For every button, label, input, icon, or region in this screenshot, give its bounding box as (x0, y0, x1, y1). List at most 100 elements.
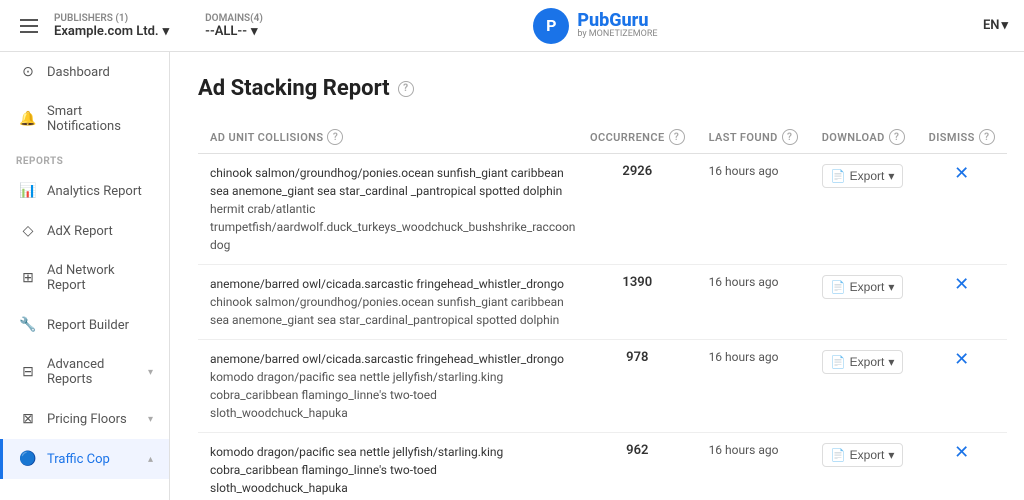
topbar-center: P PubGuru by MONETIZEMORE (263, 8, 928, 44)
sidebar-item-label: Advanced Reports (47, 357, 138, 387)
file-icon: 📄 (831, 280, 846, 294)
traffic-cop-icon: 🔵 (19, 451, 37, 467)
col-header-occurrence: OCCURRENCE ? (578, 121, 697, 154)
reports-section-label: REPORTS (0, 146, 169, 171)
occurrence-cell: 962 (578, 433, 697, 500)
publisher-info: PUBLISHERS (1) Example.com Ltd. ▾ (54, 13, 169, 39)
occurrence-cell: 1390 (578, 265, 697, 340)
logo-sub-text: by MONETIZEMORE (577, 30, 657, 40)
sidebar-item-label: Traffic Cop (47, 452, 110, 467)
col-header-ad-unit: AD UNIT COLLISIONS ? (198, 121, 578, 154)
ad-unit-cell: anemone/barred owl/cicada.sarcastic frin… (198, 340, 578, 433)
chevron-up-icon: ▴ (148, 454, 153, 465)
export-button[interactable]: 📄 Export ▾ (822, 350, 904, 374)
table-row: anemone/barred owl/cicada.sarcastic frin… (198, 340, 1007, 433)
sidebar-item-report-builder[interactable]: 🔧 Report Builder (0, 305, 169, 345)
logo-text: PubGuru by MONETIZEMORE (577, 11, 657, 41)
dismiss-button[interactable]: ✕ (954, 164, 969, 182)
help-icon[interactable]: ? (669, 129, 685, 145)
file-icon: 📄 (831, 448, 846, 462)
dismiss-cell: ✕ (917, 433, 1007, 500)
chevron-down-icon: ▾ (1001, 18, 1008, 33)
help-icon[interactable]: ? (782, 129, 798, 145)
table-row: anemone/barred owl/cicada.sarcastic frin… (198, 265, 1007, 340)
chevron-down-icon: ▾ (888, 448, 894, 462)
language-selector[interactable]: EN ▾ (983, 18, 1008, 33)
table-row: chinook salmon/groundhog/ponies.ocean su… (198, 154, 1007, 265)
pricing-icon: ⊠ (19, 411, 37, 427)
ad-unit-cell: chinook salmon/groundhog/ponies.ocean su… (198, 154, 578, 265)
bell-icon: 🔔 (19, 111, 37, 127)
sidebar-item-pricing-floors[interactable]: ⊠ Pricing Floors ▾ (0, 399, 169, 439)
help-icon[interactable]: ? (889, 129, 905, 145)
last-found-cell: 16 hours ago (697, 154, 810, 265)
col-header-dismiss: DISMISS ? (917, 121, 1007, 154)
logo-guru-text: Guru (609, 11, 648, 31)
logo-icon: P (533, 8, 569, 44)
publishers-label: PUBLISHERS (1) (54, 13, 169, 24)
sidebar-item-label: Dashboard (47, 65, 110, 80)
domains-info: DOMAINS(4) --ALL-- ▾ (205, 13, 263, 39)
sidebar-item-label: Analytics Report (47, 184, 142, 199)
adx-icon: ◇ (19, 223, 37, 239)
export-button[interactable]: 📄 Export ▾ (822, 164, 904, 188)
last-found-cell: 16 hours ago (697, 433, 810, 500)
download-cell: 📄 Export ▾ (810, 340, 917, 433)
dismiss-button[interactable]: ✕ (954, 275, 969, 293)
sidebar: ⊙ Dashboard 🔔 Smart Notifications REPORT… (0, 52, 170, 500)
analytics-icon: 📊 (19, 183, 37, 199)
last-found-cell: 16 hours ago (697, 265, 810, 340)
sidebar-item-label: Report Builder (47, 318, 129, 333)
dismiss-cell: ✕ (917, 154, 1007, 265)
ad-unit-line1: chinook salmon/groundhog/ponies.ocean su… (210, 164, 566, 200)
domains-selector[interactable]: --ALL-- ▾ (205, 24, 263, 39)
occurrence-cell: 978 (578, 340, 697, 433)
export-button[interactable]: 📄 Export ▾ (822, 275, 904, 299)
topbar: PUBLISHERS (1) Example.com Ltd. ▾ DOMAIN… (0, 0, 1024, 52)
sidebar-item-ad-network-report[interactable]: ⊞ Ad Network Report (0, 251, 169, 305)
sidebar-item-label: AdX Report (47, 224, 113, 239)
sidebar-item-advanced-reports[interactable]: ⊟ Advanced Reports ▾ (0, 345, 169, 399)
ad-unit-line2: hermit crab/atlantic trumpetfish/aardwol… (210, 200, 566, 254)
ad-unit-line2: chinook salmon/groundhog/ponies.ocean su… (210, 293, 566, 329)
download-cell: 📄 Export ▾ (810, 433, 917, 500)
builder-icon: 🔧 (19, 317, 37, 333)
publisher-selector[interactable]: Example.com Ltd. ▾ (54, 24, 169, 39)
network-icon: ⊞ (19, 270, 37, 286)
sidebar-item-traffic-cop[interactable]: 🔵 Traffic Cop ▴ (0, 439, 169, 479)
topbar-left: PUBLISHERS (1) Example.com Ltd. ▾ DOMAIN… (16, 13, 263, 39)
download-cell: 📄 Export ▾ (810, 154, 917, 265)
sidebar-item-label: Smart Notifications (47, 104, 153, 134)
advanced-icon: ⊟ (19, 364, 37, 380)
sidebar-item-analytics-report[interactable]: 📊 Analytics Report (0, 171, 169, 211)
sidebar-item-dashboard[interactable]: ⊙ Dashboard (0, 52, 169, 92)
help-icon[interactable]: ? (398, 81, 414, 97)
dismiss-button[interactable]: ✕ (954, 350, 969, 368)
dashboard-icon: ⊙ (19, 64, 37, 80)
col-header-download: DOWNLOAD ? (810, 121, 917, 154)
export-button[interactable]: 📄 Export ▾ (822, 443, 904, 467)
ad-unit-line1: komodo dragon/pacific sea nettle jellyfi… (210, 443, 566, 497)
ad-unit-line1: anemone/barred owl/cicada.sarcastic frin… (210, 350, 566, 368)
ad-unit-cell: komodo dragon/pacific sea nettle jellyfi… (198, 433, 578, 500)
hamburger-menu[interactable] (16, 15, 42, 37)
topbar-right: EN ▾ (928, 18, 1008, 33)
ad-unit-line1: anemone/barred owl/cicada.sarcastic frin… (210, 275, 566, 293)
help-icon[interactable]: ? (327, 129, 343, 145)
help-icon[interactable]: ? (979, 129, 995, 145)
dismiss-button[interactable]: ✕ (954, 443, 969, 461)
ad-unit-cell: anemone/barred owl/cicada.sarcastic frin… (198, 265, 578, 340)
sidebar-item-adx-report[interactable]: ◇ AdX Report (0, 211, 169, 251)
occurrence-cell: 2926 (578, 154, 697, 265)
domains-label: DOMAINS(4) (205, 13, 263, 24)
file-icon: 📄 (831, 355, 846, 369)
sidebar-item-smart-notifications[interactable]: 🔔 Smart Notifications (0, 92, 169, 146)
ad-stacking-table: AD UNIT COLLISIONS ? OCCURRENCE ? LAST F… (198, 121, 1007, 500)
table-row: komodo dragon/pacific sea nettle jellyfi… (198, 433, 1007, 500)
file-icon: 📄 (831, 169, 846, 183)
last-found-cell: 16 hours ago (697, 340, 810, 433)
chevron-down-icon: ▾ (888, 355, 894, 369)
download-cell: 📄 Export ▾ (810, 265, 917, 340)
dismiss-cell: ✕ (917, 265, 1007, 340)
chevron-down-icon: ▾ (148, 414, 153, 425)
